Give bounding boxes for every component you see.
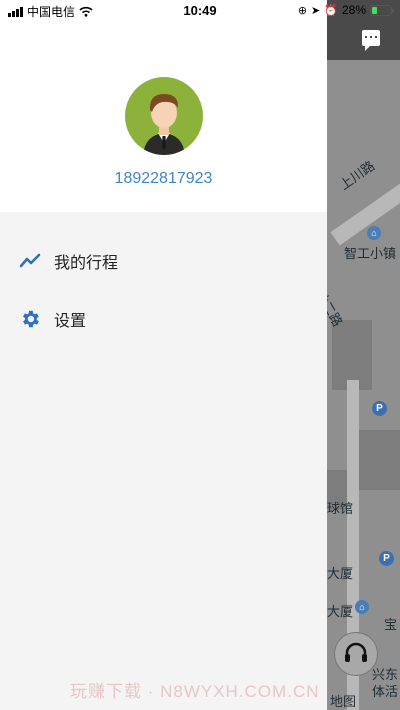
status-right: ⊕ ➤ ⏰ 28% xyxy=(297,3,394,17)
headset-icon xyxy=(345,642,367,662)
customer-service-button[interactable] xyxy=(334,632,378,676)
map-label-poi: 智工小镇 xyxy=(344,246,397,261)
poi-icon: ⌂ xyxy=(355,600,369,614)
side-drawer: 18922817923 我的行程 设置 xyxy=(0,0,327,710)
map-road xyxy=(330,180,400,246)
location-arrow-icon: ➤ xyxy=(311,4,321,17)
watermark-text: 玩赚下载 · N8WYXH.COM.CN xyxy=(70,682,320,701)
poi-icon: ⌂ xyxy=(367,226,381,240)
menu-item-my-trips[interactable]: 我的行程 xyxy=(0,236,327,286)
battery-icon xyxy=(370,4,394,16)
map-label-poi: 体活 xyxy=(372,684,399,699)
trend-line-icon xyxy=(19,250,41,272)
map-label-poi: 球馆 xyxy=(327,501,354,516)
map-label-poi: 大厦 xyxy=(327,566,354,581)
map-label-poi: 大厦 xyxy=(327,604,354,619)
menu-label: 我的行程 xyxy=(54,255,119,272)
map-block xyxy=(357,430,400,490)
message-icon[interactable] xyxy=(362,30,380,51)
map-label-poi: 地图 xyxy=(330,694,357,709)
drawer-header: 18922817923 xyxy=(0,0,327,212)
parking-icon: P xyxy=(379,551,394,566)
map-label-road: 上川路 xyxy=(336,157,378,193)
user-phone-number[interactable]: 18922817923 xyxy=(0,170,327,188)
rotation-lock-icon: ⊕ xyxy=(297,4,308,17)
gear-icon xyxy=(19,308,41,330)
menu-item-settings[interactable]: 设置 xyxy=(0,294,327,344)
battery-percent: 28% xyxy=(341,3,366,17)
map-label-poi: 宝 xyxy=(384,617,398,632)
user-avatar-icon xyxy=(143,94,185,155)
avatar[interactable] xyxy=(125,77,203,155)
alarm-icon: ⏰ xyxy=(324,4,338,17)
menu-label: 设置 xyxy=(54,313,87,330)
status-bar: 中国电信 10:49 ⊕ ➤ ⏰ 28% xyxy=(0,0,400,22)
map-view[interactable]: 上川路 ⌂ 智工小镇 智仙二路 P 球馆 P 大厦 ⌂ 大厦 宝 兴东 体活 地… xyxy=(327,0,400,710)
parking-icon: P xyxy=(372,401,387,416)
map-label-road: 智仙二路 xyxy=(327,276,346,330)
